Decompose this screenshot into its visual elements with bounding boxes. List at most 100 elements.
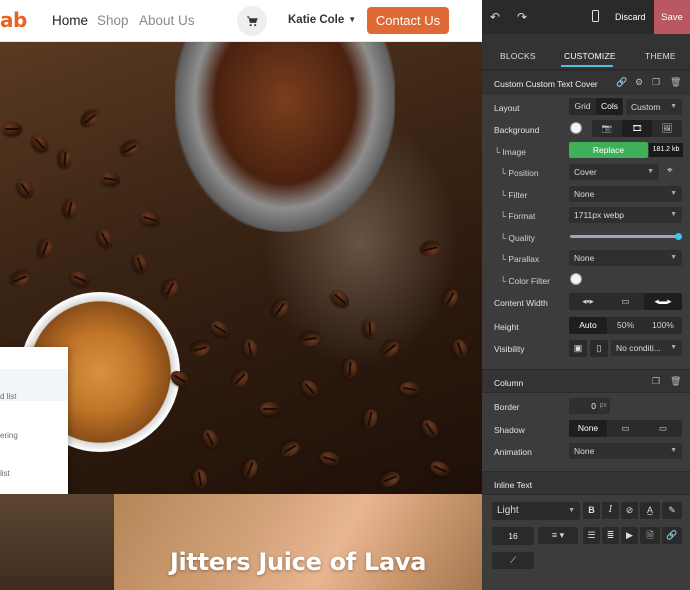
coffee-bean [360,407,380,431]
trash-icon[interactable]: 🗑 [670,77,681,88]
shadow-segmented: None ▭ ▭ [569,420,682,437]
copy-icon[interactable]: ❐ [652,77,660,88]
parallax-select[interactable]: None ▼ [569,250,682,266]
border-label: Border [494,402,520,412]
position-select[interactable]: Cover ▼ [569,164,659,180]
copy-icon[interactable]: ❐ [652,376,660,387]
coffee-bean [117,137,143,161]
popup-item[interactable]: ering [0,431,18,440]
filter-select[interactable]: None ▼ [569,186,682,202]
coffee-bean [35,237,55,261]
nav-link-home[interactable]: Home [52,13,88,28]
clear-format-icon[interactable]: ⊘ [621,502,638,519]
mobile-visibility-icon[interactable]: ▯ [590,340,608,357]
undo-icon[interactable]: ↶ [490,10,500,24]
link-icon[interactable]: 🔗 [616,77,627,88]
border-unit: px [599,402,607,409]
layout-option-grid[interactable]: Grid [569,98,596,115]
coffee-bean [399,380,421,398]
visibility-label: Visibility [494,344,525,354]
coffee-bean [427,458,453,480]
chevron-down-icon: ▼ [348,15,357,24]
tab-customize[interactable]: CUSTOMIZE [564,51,616,61]
parallax-value: None [574,253,595,263]
bold-button[interactable]: B [583,502,600,519]
font-weight-select[interactable]: Light ▼ [492,502,580,520]
trash-icon[interactable]: 🗑 [670,376,681,387]
redo-icon[interactable]: ↷ [517,10,527,24]
filter-label: └ Filter [500,190,528,200]
cover-band-left [0,494,114,590]
contact-us-button[interactable]: Contact Us [367,7,449,34]
user-name: Katie Cole [288,14,345,26]
hero-image[interactable] [0,42,482,494]
format-select[interactable]: 1711px webp ▼ [569,207,682,223]
coffee-bean [418,239,442,259]
bullet-list-icon[interactable]: ☰ [583,527,600,544]
coffee-bean [99,170,121,188]
coffee-bean [138,209,162,229]
quality-slider-handle[interactable] [675,233,682,240]
align-select-icon[interactable]: ≡ ▾ [538,527,578,544]
tab-theme[interactable]: THEME [645,51,676,61]
site-navbar: ab Home Shop About Us Katie Cole ▼ Contac… [0,0,482,42]
numbered-list-icon[interactable]: ≣ [602,527,619,544]
animation-select[interactable]: None ▼ [569,443,682,459]
text-color-icon[interactable]: A̲ [640,502,660,519]
height-option-100[interactable]: 100% [644,317,682,334]
desktop-visibility-icon[interactable]: ▣ [569,340,587,357]
layout-option-cols[interactable]: Cols [596,98,623,115]
coffee-jar-graphic [175,42,395,232]
popup-item[interactable]: list [0,469,10,478]
coffee-bean [418,416,442,442]
quality-slider-track[interactable] [570,235,678,238]
column-section-title: Column [494,378,524,388]
cart-button[interactable] [237,6,267,36]
user-menu[interactable]: Katie Cole ▼ [288,14,356,26]
camera-icon[interactable]: 📷 [592,120,622,137]
save-button[interactable]: Save [654,0,690,34]
content-width-label: Content Width [494,298,548,308]
highlight-color-icon[interactable]: ✎ [662,502,682,519]
replace-image-button[interactable]: Replace [569,142,648,158]
link-icon[interactable]: 🔗 [662,527,682,544]
coffee-bean [13,176,37,202]
tab-blocks[interactable]: BLOCKS [500,51,536,61]
mobile-preview-icon[interactable] [592,10,599,22]
settings-icon[interactable]: ⚙ [635,77,643,88]
image-icon[interactable]: 🖼 [652,120,682,137]
file-icon[interactable]: 🗎 [640,527,660,544]
italic-button[interactable]: I [602,502,619,519]
border-input[interactable]: 0 px [569,398,610,414]
full-width-icon[interactable]: ◂▬▸ [644,293,682,310]
shadow-small-icon[interactable]: ▭ [607,420,644,437]
video-icon[interactable]: 🎞 [622,120,652,137]
height-option-50[interactable]: 50% [607,317,644,334]
coffee-bean [362,318,378,340]
font-size-input[interactable]: 16 [492,527,534,545]
coffee-bean [318,449,342,469]
popup-item[interactable]: d list [0,392,16,401]
visibility-select[interactable]: No conditi... ▼ [611,340,682,356]
shadow-option-none[interactable]: None [569,420,607,437]
height-option-auto[interactable]: Auto [569,317,607,334]
narrow-width-icon[interactable]: ◂▪▸ [569,293,607,310]
font-weight-value: Light [497,505,519,516]
site-logo[interactable]: ab [0,8,27,32]
nav-link-shop[interactable]: Shop [97,13,129,28]
nav-link-about-us[interactable]: About Us [139,13,195,28]
crosshair-icon[interactable]: ⌖ [667,165,673,176]
cover-title[interactable]: Jitters Juice of Lava [114,548,482,576]
color-filter-swatch[interactable] [570,273,582,285]
inline-text-title: Inline Text [494,480,533,490]
chevron-down-icon: ▼ [647,168,654,175]
chevron-down-icon: ▼ [670,103,677,110]
chevron-down-icon: ▼ [670,344,677,351]
discard-button[interactable]: Discard [615,12,646,22]
shadow-large-icon[interactable]: ▭ [644,420,682,437]
medium-width-icon[interactable]: ▭ [607,293,644,310]
layout-select[interactable]: Custom ▼ [626,99,682,115]
background-color-swatch[interactable] [570,122,582,134]
magic-wand-icon[interactable]: ⟋ [492,552,534,569]
play-icon[interactable]: ▶ [621,527,638,544]
